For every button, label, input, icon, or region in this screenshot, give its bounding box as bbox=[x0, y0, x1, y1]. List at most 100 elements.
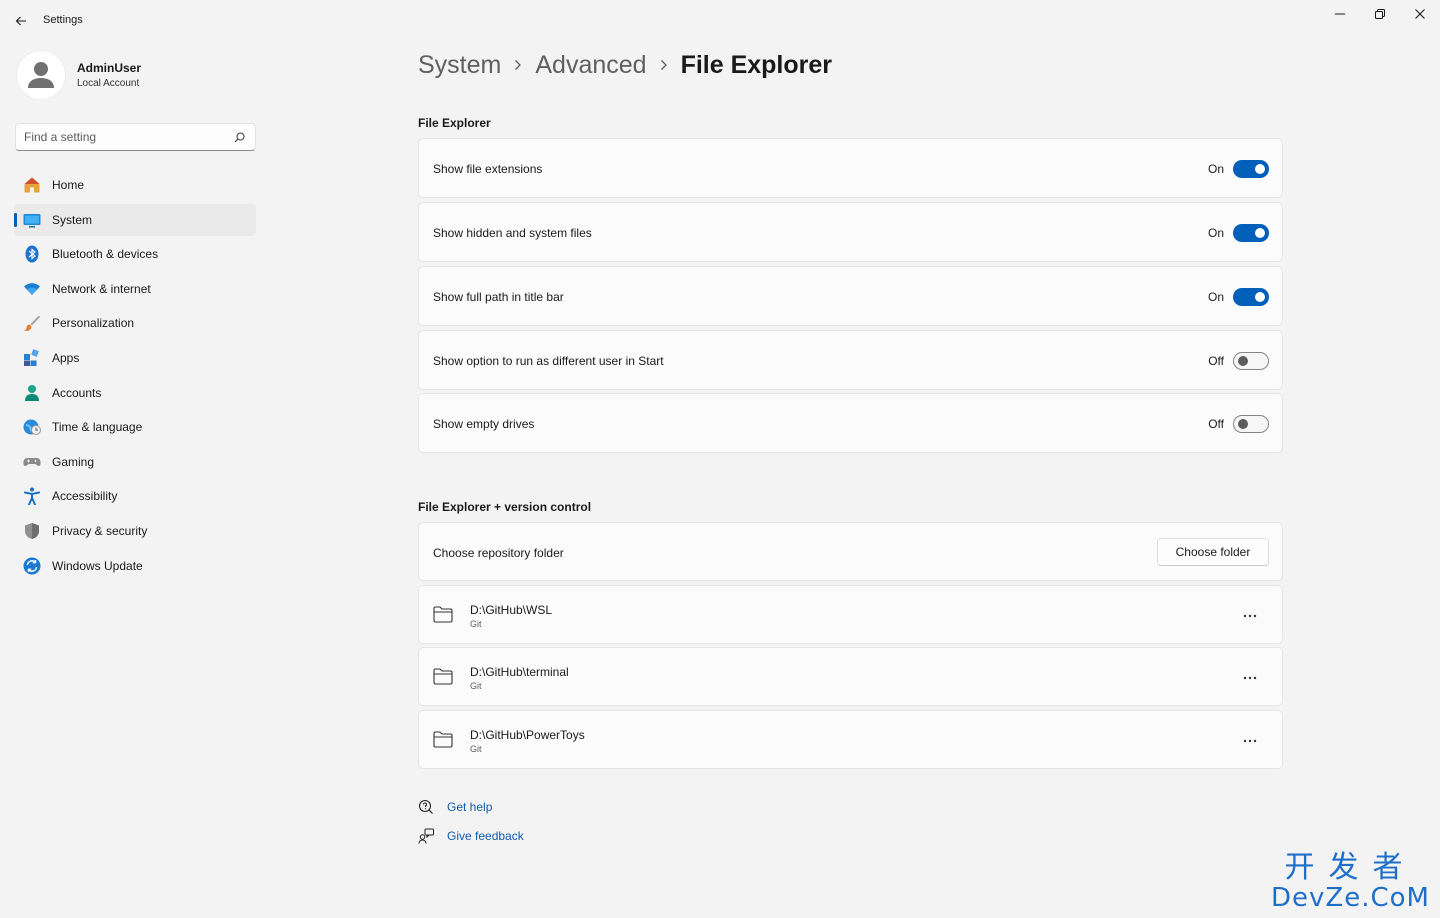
search-icon[interactable] bbox=[234, 132, 245, 143]
setting-row-show-empty-drives: Show empty drives Off bbox=[418, 393, 1283, 453]
watermark-logo: 开发者 DevZe.CoM bbox=[1271, 850, 1430, 913]
back-arrow-icon bbox=[15, 16, 26, 26]
sidebar-item-label: Apps bbox=[52, 350, 80, 365]
restore-icon bbox=[1375, 9, 1385, 19]
user-avatar-icon bbox=[28, 62, 54, 88]
toggle-state-label: On bbox=[1207, 290, 1224, 304]
repo-type: Git bbox=[470, 744, 482, 754]
more-icon bbox=[1243, 614, 1257, 618]
profile-account-type: Local Account bbox=[77, 78, 140, 89]
close-button[interactable] bbox=[1400, 0, 1440, 28]
page-title: File Explorer bbox=[680, 50, 833, 79]
shield-icon bbox=[23, 522, 41, 540]
sidebar-item-time-language[interactable]: Time & language bbox=[14, 411, 256, 443]
toggle-switch[interactable] bbox=[1233, 160, 1269, 178]
sidebar-item-personalization[interactable]: Personalization bbox=[14, 307, 256, 339]
repo-path: D:\GitHub\terminal bbox=[470, 665, 569, 679]
folder-icon bbox=[433, 668, 453, 685]
toggle-switch[interactable] bbox=[1233, 352, 1269, 370]
gamepad-icon bbox=[23, 453, 41, 471]
section-title-version-control: File Explorer + version control bbox=[418, 500, 592, 514]
brush-icon bbox=[23, 314, 41, 332]
sidebar-item-label: System bbox=[52, 212, 93, 227]
watermark-cn: 开发者 bbox=[1284, 850, 1417, 885]
get-help-link[interactable]: Get help bbox=[447, 800, 492, 814]
sidebar-item-label: Gaming bbox=[52, 454, 95, 469]
sidebar-item-label: Network & internet bbox=[52, 281, 151, 296]
search-input[interactable] bbox=[16, 130, 226, 144]
setting-label: Show option to run as different user in … bbox=[433, 354, 664, 368]
toggle-switch[interactable] bbox=[1233, 288, 1269, 306]
toggle-state-label: Off bbox=[1208, 417, 1224, 431]
folder-icon bbox=[433, 731, 453, 748]
minimize-button[interactable] bbox=[1320, 0, 1360, 28]
choose-folder-button[interactable]: Choose folder bbox=[1157, 538, 1269, 566]
toggle-state-label: On bbox=[1207, 162, 1224, 176]
get-help-row: Get help bbox=[418, 799, 492, 815]
search-box bbox=[15, 123, 256, 151]
chevron-right-icon bbox=[514, 59, 522, 71]
give-feedback-row: Give feedback bbox=[418, 828, 524, 844]
close-icon bbox=[1415, 9, 1425, 19]
update-icon bbox=[23, 557, 41, 575]
accessibility-icon bbox=[23, 487, 41, 506]
minimize-icon bbox=[1335, 13, 1345, 15]
repo-row[interactable]: D:\GitHub\terminal Git bbox=[418, 647, 1283, 706]
breadcrumb-advanced[interactable]: Advanced bbox=[535, 51, 646, 80]
sidebar-item-gaming[interactable]: Gaming bbox=[14, 446, 256, 478]
restore-button[interactable] bbox=[1360, 0, 1400, 28]
sidebar-item-label: Accessibility bbox=[52, 489, 118, 504]
more-options-button[interactable] bbox=[1234, 666, 1266, 690]
toggle-knob bbox=[1255, 228, 1265, 238]
setting-row-show-full-path: Show full path in title bar On bbox=[418, 266, 1283, 326]
sidebar-item-label: Accounts bbox=[52, 385, 102, 400]
sidebar-item-system[interactable]: System bbox=[14, 203, 256, 236]
toggle-knob bbox=[1238, 356, 1248, 366]
toggle-knob bbox=[1255, 292, 1265, 302]
folder-icon bbox=[433, 606, 453, 623]
toggle-switch[interactable] bbox=[1233, 415, 1269, 433]
repo-path: D:\GitHub\PowerToys bbox=[470, 728, 585, 742]
repo-path: D:\GitHub\WSL bbox=[470, 603, 553, 617]
choose-repository-row: Choose repository folder Choose folder bbox=[418, 522, 1283, 581]
setting-row-show-hidden-files: Show hidden and system files On bbox=[418, 202, 1283, 262]
toggle-state-label: Off bbox=[1208, 354, 1224, 368]
sidebar-item-label: Windows Update bbox=[52, 558, 143, 573]
sidebar-item-apps[interactable]: Apps bbox=[14, 342, 256, 374]
setting-label: Show file extensions bbox=[433, 162, 543, 176]
system-icon bbox=[23, 211, 41, 229]
give-feedback-link[interactable]: Give feedback bbox=[447, 829, 524, 843]
globe-clock-icon bbox=[23, 418, 41, 436]
toggle-switch[interactable] bbox=[1233, 224, 1269, 242]
wifi-icon bbox=[23, 280, 41, 298]
user-profile[interactable]: AdminUser Local Account bbox=[16, 50, 141, 100]
more-icon bbox=[1243, 739, 1257, 743]
sidebar-item-home[interactable]: Home bbox=[14, 169, 256, 201]
breadcrumb-system[interactable]: System bbox=[418, 51, 501, 80]
repo-type: Git bbox=[470, 681, 482, 691]
setting-label: Choose repository folder bbox=[433, 546, 564, 560]
more-options-button[interactable] bbox=[1234, 729, 1266, 753]
setting-row-run-as-different-user: Show option to run as different user in … bbox=[418, 330, 1283, 390]
sidebar-item-accounts[interactable]: Accounts bbox=[14, 377, 256, 409]
sidebar-item-accessibility[interactable]: Accessibility bbox=[14, 480, 256, 512]
toggle-knob bbox=[1255, 164, 1265, 174]
sidebar-item-windows-update[interactable]: Windows Update bbox=[14, 550, 256, 582]
toggle-state-label: On bbox=[1207, 226, 1224, 240]
accounts-icon bbox=[23, 384, 41, 402]
setting-label: Show full path in title bar bbox=[433, 290, 564, 304]
sidebar-item-label: Personalization bbox=[52, 316, 135, 331]
help-chat-icon bbox=[418, 799, 434, 815]
section-title-file-explorer: File Explorer bbox=[418, 116, 491, 130]
more-options-button[interactable] bbox=[1234, 604, 1266, 628]
back-button[interactable] bbox=[10, 10, 32, 32]
app-title: Settings bbox=[43, 14, 83, 26]
repo-row[interactable]: D:\GitHub\WSL Git bbox=[418, 585, 1283, 644]
profile-name: AdminUser bbox=[77, 61, 142, 75]
sidebar-item-network[interactable]: Network & internet bbox=[14, 273, 256, 305]
sidebar-item-bluetooth[interactable]: Bluetooth & devices bbox=[14, 238, 256, 270]
avatar bbox=[16, 50, 66, 100]
setting-label: Show hidden and system files bbox=[433, 226, 592, 240]
repo-row[interactable]: D:\GitHub\PowerToys Git bbox=[418, 710, 1283, 769]
sidebar-item-privacy-security[interactable]: Privacy & security bbox=[14, 515, 256, 547]
